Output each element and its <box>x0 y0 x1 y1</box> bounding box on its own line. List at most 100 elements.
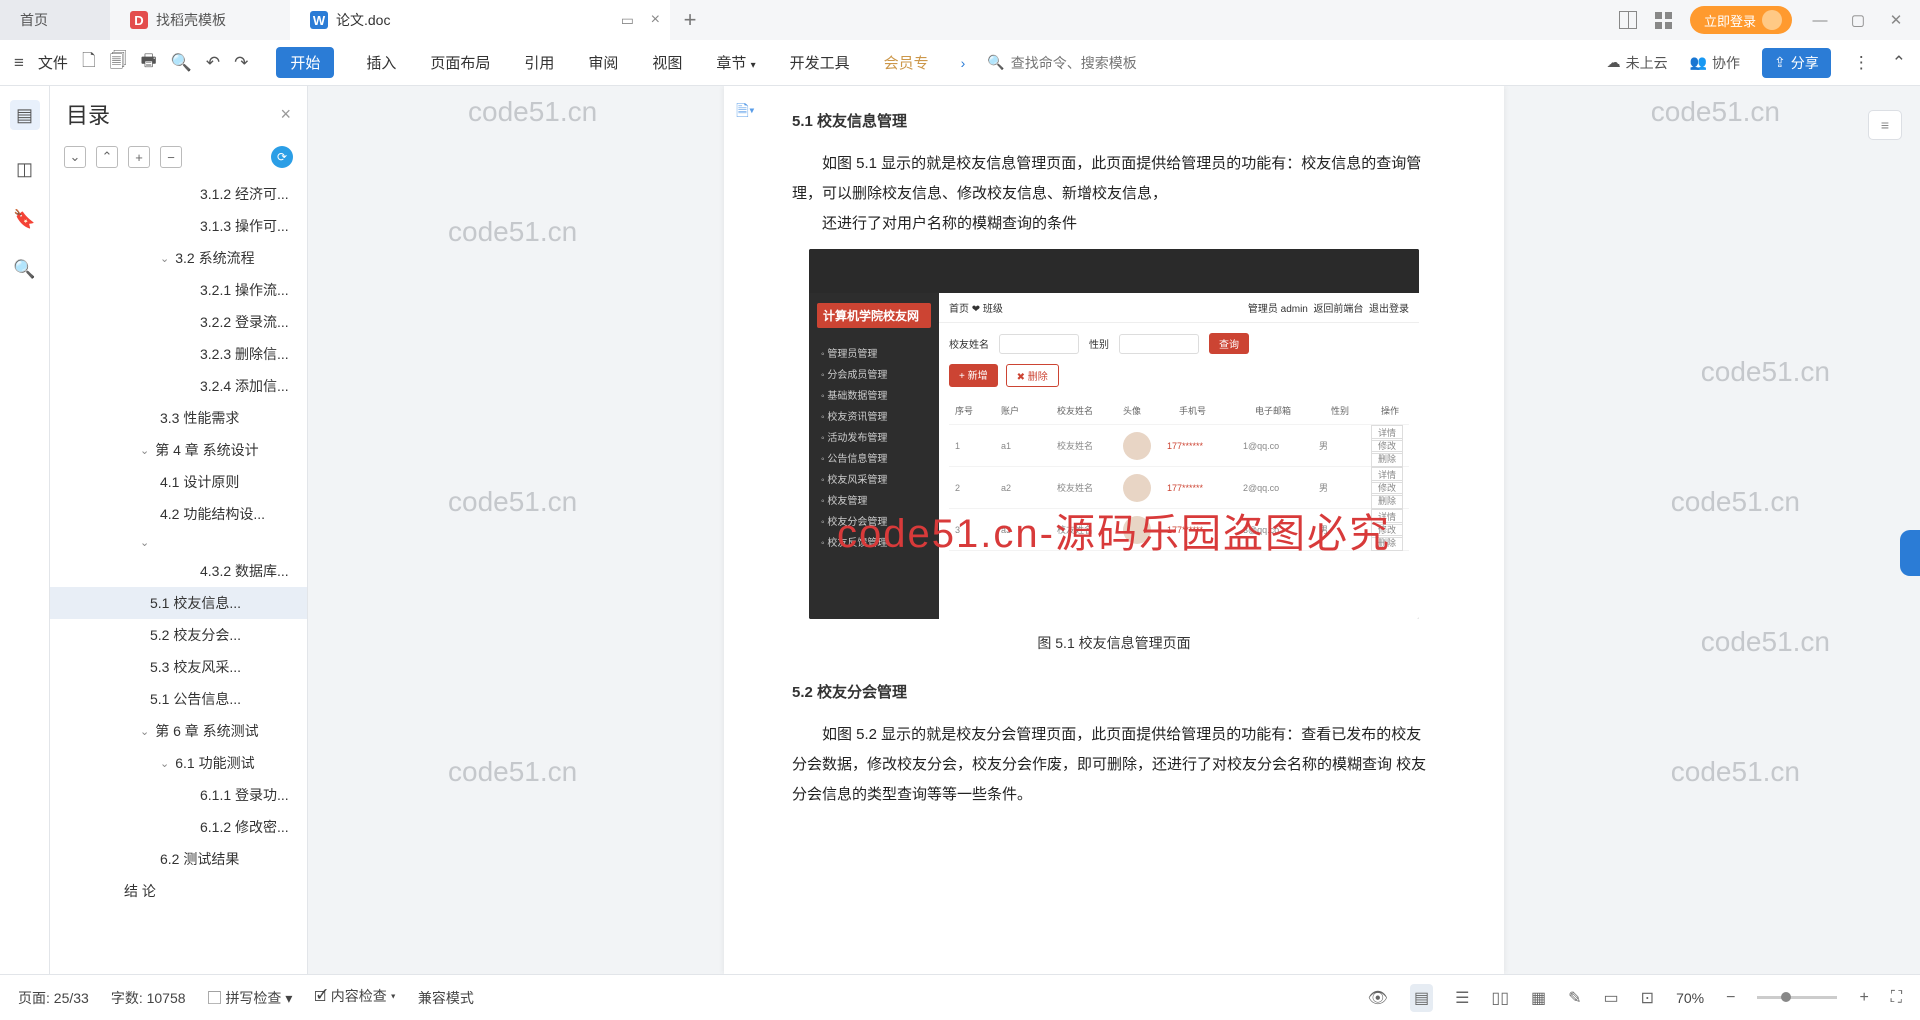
heading-5-2: 5.2 校友分会管理 <box>792 681 1436 702</box>
menu-insert[interactable]: 插入 <box>364 48 398 77</box>
find-rail-icon[interactable]: 🔍 <box>14 258 36 280</box>
outline-item[interactable]: 3.3 性能需求 <box>50 402 307 434</box>
paragraph: 如图 5.1 显示的就是校友信息管理页面，此页面提供给管理员的功能有：校友信息的… <box>792 149 1436 209</box>
draft-view-icon[interactable]: ✎ <box>1568 988 1581 1008</box>
word-icon: W <box>310 11 328 29</box>
share-button[interactable]: ⇪分享 <box>1762 48 1831 78</box>
eye-icon[interactable]: 👁 <box>1368 988 1388 1008</box>
outline-item[interactable]: 结 论 <box>50 875 307 907</box>
menu-ref[interactable]: 引用 <box>522 48 556 77</box>
tab-template[interactable]: D找稻壳模板 <box>110 0 290 40</box>
zoom-slider[interactable] <box>1757 996 1837 999</box>
add-tab-button[interactable]: + <box>670 7 710 33</box>
outline-item[interactable]: ⌄ <box>50 530 307 555</box>
outline-item[interactable]: ⌄3.2 系统流程 <box>50 242 307 274</box>
file-menu[interactable]: 文件 <box>38 52 68 73</box>
collapse-icon[interactable]: ⌃ <box>1892 53 1906 73</box>
content-check[interactable]: 🗹 内容检查 ▾ <box>314 986 395 1010</box>
outline-item[interactable]: 3.2.4 添加信... <box>50 370 307 402</box>
preview-icon[interactable]: 🔍 <box>171 53 192 73</box>
menu-layout[interactable]: 页面布局 <box>428 48 492 77</box>
spell-check[interactable]: ▢ 拼写检查 ▾ <box>208 988 293 1008</box>
menu-review[interactable]: 审阅 <box>586 48 620 77</box>
mobile-view-icon[interactable]: ▭ <box>1604 988 1619 1008</box>
read-view-icon[interactable]: ▯▯ <box>1491 988 1509 1008</box>
zoom-out-icon[interactable]: − <box>1726 989 1735 1007</box>
outline-item[interactable]: ⌄6.1 功能测试 <box>50 747 307 779</box>
outline-close-icon[interactable]: × <box>280 104 291 125</box>
redo-icon[interactable]: ↷ <box>234 53 248 73</box>
heading-5-1: 5.1 校友信息管理 <box>792 110 1436 131</box>
word-count[interactable]: 字数: 10758 <box>111 988 186 1008</box>
outline-item[interactable]: 3.2.3 删除信... <box>50 338 307 370</box>
expand-all-icon[interactable]: ⌃ <box>96 146 118 168</box>
zoom-level[interactable]: 70% <box>1676 990 1704 1006</box>
apps-icon[interactable] <box>1655 12 1672 29</box>
outline-item[interactable]: 6.1.2 修改密... <box>50 811 307 843</box>
zoom-fit-icon[interactable]: ⊡ <box>1641 988 1654 1008</box>
menu-start[interactable]: 开始 <box>276 47 334 78</box>
tab-document[interactable]: W论文.doc▭× <box>290 0 670 40</box>
outline-view-icon[interactable]: ☰ <box>1455 988 1469 1008</box>
outline-item[interactable]: ⌄第 4 章 系统设计 <box>50 434 307 466</box>
fullscreen-icon[interactable]: ⛶ <box>1891 989 1902 1007</box>
outline-item[interactable]: 5.1 公告信息... <box>50 683 307 715</box>
outline-item[interactable]: 3.2.1 操作流... <box>50 274 307 306</box>
outline-item[interactable]: 3.1.3 操作可... <box>50 210 307 242</box>
panel-toggle-icon[interactable]: ≡ <box>1868 110 1902 140</box>
cloud-status[interactable]: ☁未上云 <box>1607 53 1668 73</box>
outline-item[interactable]: ⌄第 6 章 系统测试 <box>50 715 307 747</box>
outline-item[interactable]: 4.2 功能结构设... <box>50 498 307 530</box>
menu-chapter[interactable]: 章节 ▾ <box>714 48 757 77</box>
collapse-all-icon[interactable]: ⌄ <box>64 146 86 168</box>
add-heading-icon[interactable]: + <box>128 146 150 168</box>
undo-icon[interactable]: ↶ <box>206 53 220 73</box>
menu-icon[interactable]: ≡ <box>14 53 24 73</box>
command-search[interactable]: 🔍 <box>987 54 1210 71</box>
tab-home[interactable]: 首页 <box>0 0 110 40</box>
maximize-icon[interactable]: ▢ <box>1848 11 1868 29</box>
collab-icon: 👥 <box>1690 54 1707 71</box>
menu-more-icon[interactable]: › <box>961 55 966 71</box>
outline-panel: 目录 × ⌄ ⌃ + − ⟳ 3.1.2 经济可...3.1.3 操作可...⌄… <box>50 86 308 974</box>
more-icon[interactable]: ⋮ <box>1853 53 1870 73</box>
side-tab[interactable] <box>1900 530 1920 576</box>
sync-icon[interactable]: ⟳ <box>271 146 293 168</box>
detach-icon[interactable]: ▭ <box>621 12 634 29</box>
figure-caption: 图 5.1 校友信息管理页面 <box>792 633 1436 653</box>
outline-item[interactable]: 3.1.2 经济可... <box>50 178 307 210</box>
chevron-down-icon: ⌄ <box>140 725 149 738</box>
outline-item[interactable]: 6.2 测试结果 <box>50 843 307 875</box>
remove-heading-icon[interactable]: − <box>160 146 182 168</box>
outline-rail-icon[interactable]: ▤ <box>10 100 40 130</box>
window-close-icon[interactable]: ✕ <box>1886 11 1906 29</box>
outline-item[interactable]: 4.3.2 数据库... <box>50 555 307 587</box>
outline-item[interactable]: 5.3 校友风采... <box>50 651 307 683</box>
zoom-in-icon[interactable]: + <box>1859 989 1868 1007</box>
page-count[interactable]: 页面: 25/33 <box>18 988 89 1008</box>
bookmark-rail-icon[interactable]: 🔖 <box>14 208 36 230</box>
document-page: 🗎▾ 5.1 校友信息管理 如图 5.1 显示的就是校友信息管理页面，此页面提供… <box>724 86 1504 974</box>
outline-item[interactable]: 3.2.2 登录流... <box>50 306 307 338</box>
web-view-icon[interactable]: ▦ <box>1531 988 1546 1008</box>
menu-vip[interactable]: 会员专 <box>882 48 931 77</box>
page-view-icon[interactable]: ▤ <box>1410 984 1433 1012</box>
outline-item[interactable]: 6.1.1 登录功... <box>50 779 307 811</box>
compat-mode[interactable]: 兼容模式 <box>418 988 474 1008</box>
login-button[interactable]: 立即登录 <box>1690 6 1792 34</box>
save-icon[interactable]: 🗋 <box>82 48 96 77</box>
menu-dev[interactable]: 开发工具 <box>788 48 852 77</box>
outline-item[interactable]: 5.1 校友信息... <box>50 587 307 619</box>
print-icon[interactable]: 🖶 <box>141 48 157 77</box>
menu-view[interactable]: 视图 <box>650 48 684 77</box>
layout-icon[interactable] <box>1619 11 1637 29</box>
search-input[interactable] <box>1011 55 1211 71</box>
collab-button[interactable]: 👥协作 <box>1690 53 1740 73</box>
outline-item[interactable]: 5.2 校友分会... <box>50 619 307 651</box>
nav-rail-icon[interactable]: ◫ <box>14 158 36 180</box>
minimize-icon[interactable]: — <box>1810 12 1830 29</box>
page-marker-icon[interactable]: 🗎▾ <box>736 100 755 127</box>
close-icon[interactable]: × <box>651 11 660 29</box>
export-icon[interactable]: 🗐 <box>110 48 127 77</box>
outline-item[interactable]: 4.1 设计原则 <box>50 466 307 498</box>
